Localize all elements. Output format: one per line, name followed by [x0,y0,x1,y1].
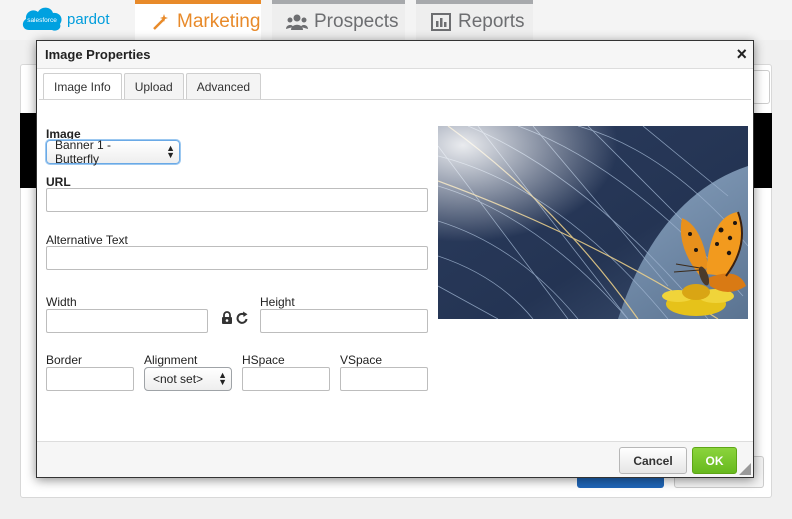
background-toolbar-button [752,70,770,104]
hspace-input[interactable] [242,367,330,391]
nav-tab-marketing[interactable]: Marketing [135,0,261,40]
reset-size-icon[interactable] [236,311,249,327]
resize-handle-icon[interactable] [739,463,751,475]
tab-advanced[interactable]: Advanced [185,73,262,99]
product-name: pardot [67,11,110,28]
tab-image-info[interactable]: Image Info [43,73,122,100]
cancel-button[interactable]: Cancel [619,447,687,474]
vspace-input[interactable] [340,367,428,391]
alt-text-label: Alternative Text [46,233,128,247]
alignment-select[interactable]: <not set> ▲ ▼ [144,367,232,391]
nav-tab-label: Marketing [177,11,261,32]
top-nav-bar: salesforce pardot Marketing Prospects Re… [0,0,792,40]
border-label: Border [46,353,83,367]
ratio-controls [221,311,251,327]
nav-tab-label: Reports [458,11,525,32]
ok-button[interactable]: OK [692,447,737,474]
height-input[interactable] [260,309,428,333]
wand-icon [149,12,171,32]
select-arrows-icon: ▲ ▼ [218,370,227,387]
alignment-label: Alignment [144,353,198,367]
height-label: Height [260,295,295,309]
select-arrows-icon: ▲ ▼ [166,143,175,160]
image-preview [438,126,748,319]
logo-text: salesforce [27,17,57,24]
tab-upload[interactable]: Upload [123,73,184,99]
bar-chart-icon [430,12,452,32]
width-input[interactable] [46,309,208,333]
nav-tab-label: Prospects [314,11,399,32]
image-select-value: Banner 1 - Butterfly [55,138,112,166]
nav-tab-prospects[interactable]: Prospects [272,0,405,40]
image-select[interactable]: Banner 1 - Butterfly ▲ ▼ [46,138,180,166]
users-icon [286,12,308,32]
dialog-title-bar: Image Properties × [37,41,753,69]
tabs-divider [39,99,751,100]
vspace-label: VSpace [340,353,383,367]
hspace-label: HSpace [242,353,285,367]
dialog-title: Image Properties [45,47,151,62]
nav-tab-reports[interactable]: Reports [416,0,533,40]
butterfly-solar-image [438,126,748,319]
close-icon[interactable]: × [736,43,747,65]
alt-text-input[interactable] [46,246,428,270]
width-label: Width [46,295,77,309]
lock-icon[interactable] [221,311,233,327]
alignment-select-value: <not set> [153,372,204,386]
url-label: URL [46,175,71,189]
image-properties-dialog: Image Properties × Image Info Upload Adv… [36,40,754,478]
salesforce-cloud-icon: salesforce [22,7,62,31]
dialog-tabs: Image Info Upload Advanced [43,73,263,100]
border-input[interactable] [46,367,134,391]
url-input[interactable] [46,188,428,212]
pardot-logo[interactable]: salesforce pardot [20,4,116,36]
